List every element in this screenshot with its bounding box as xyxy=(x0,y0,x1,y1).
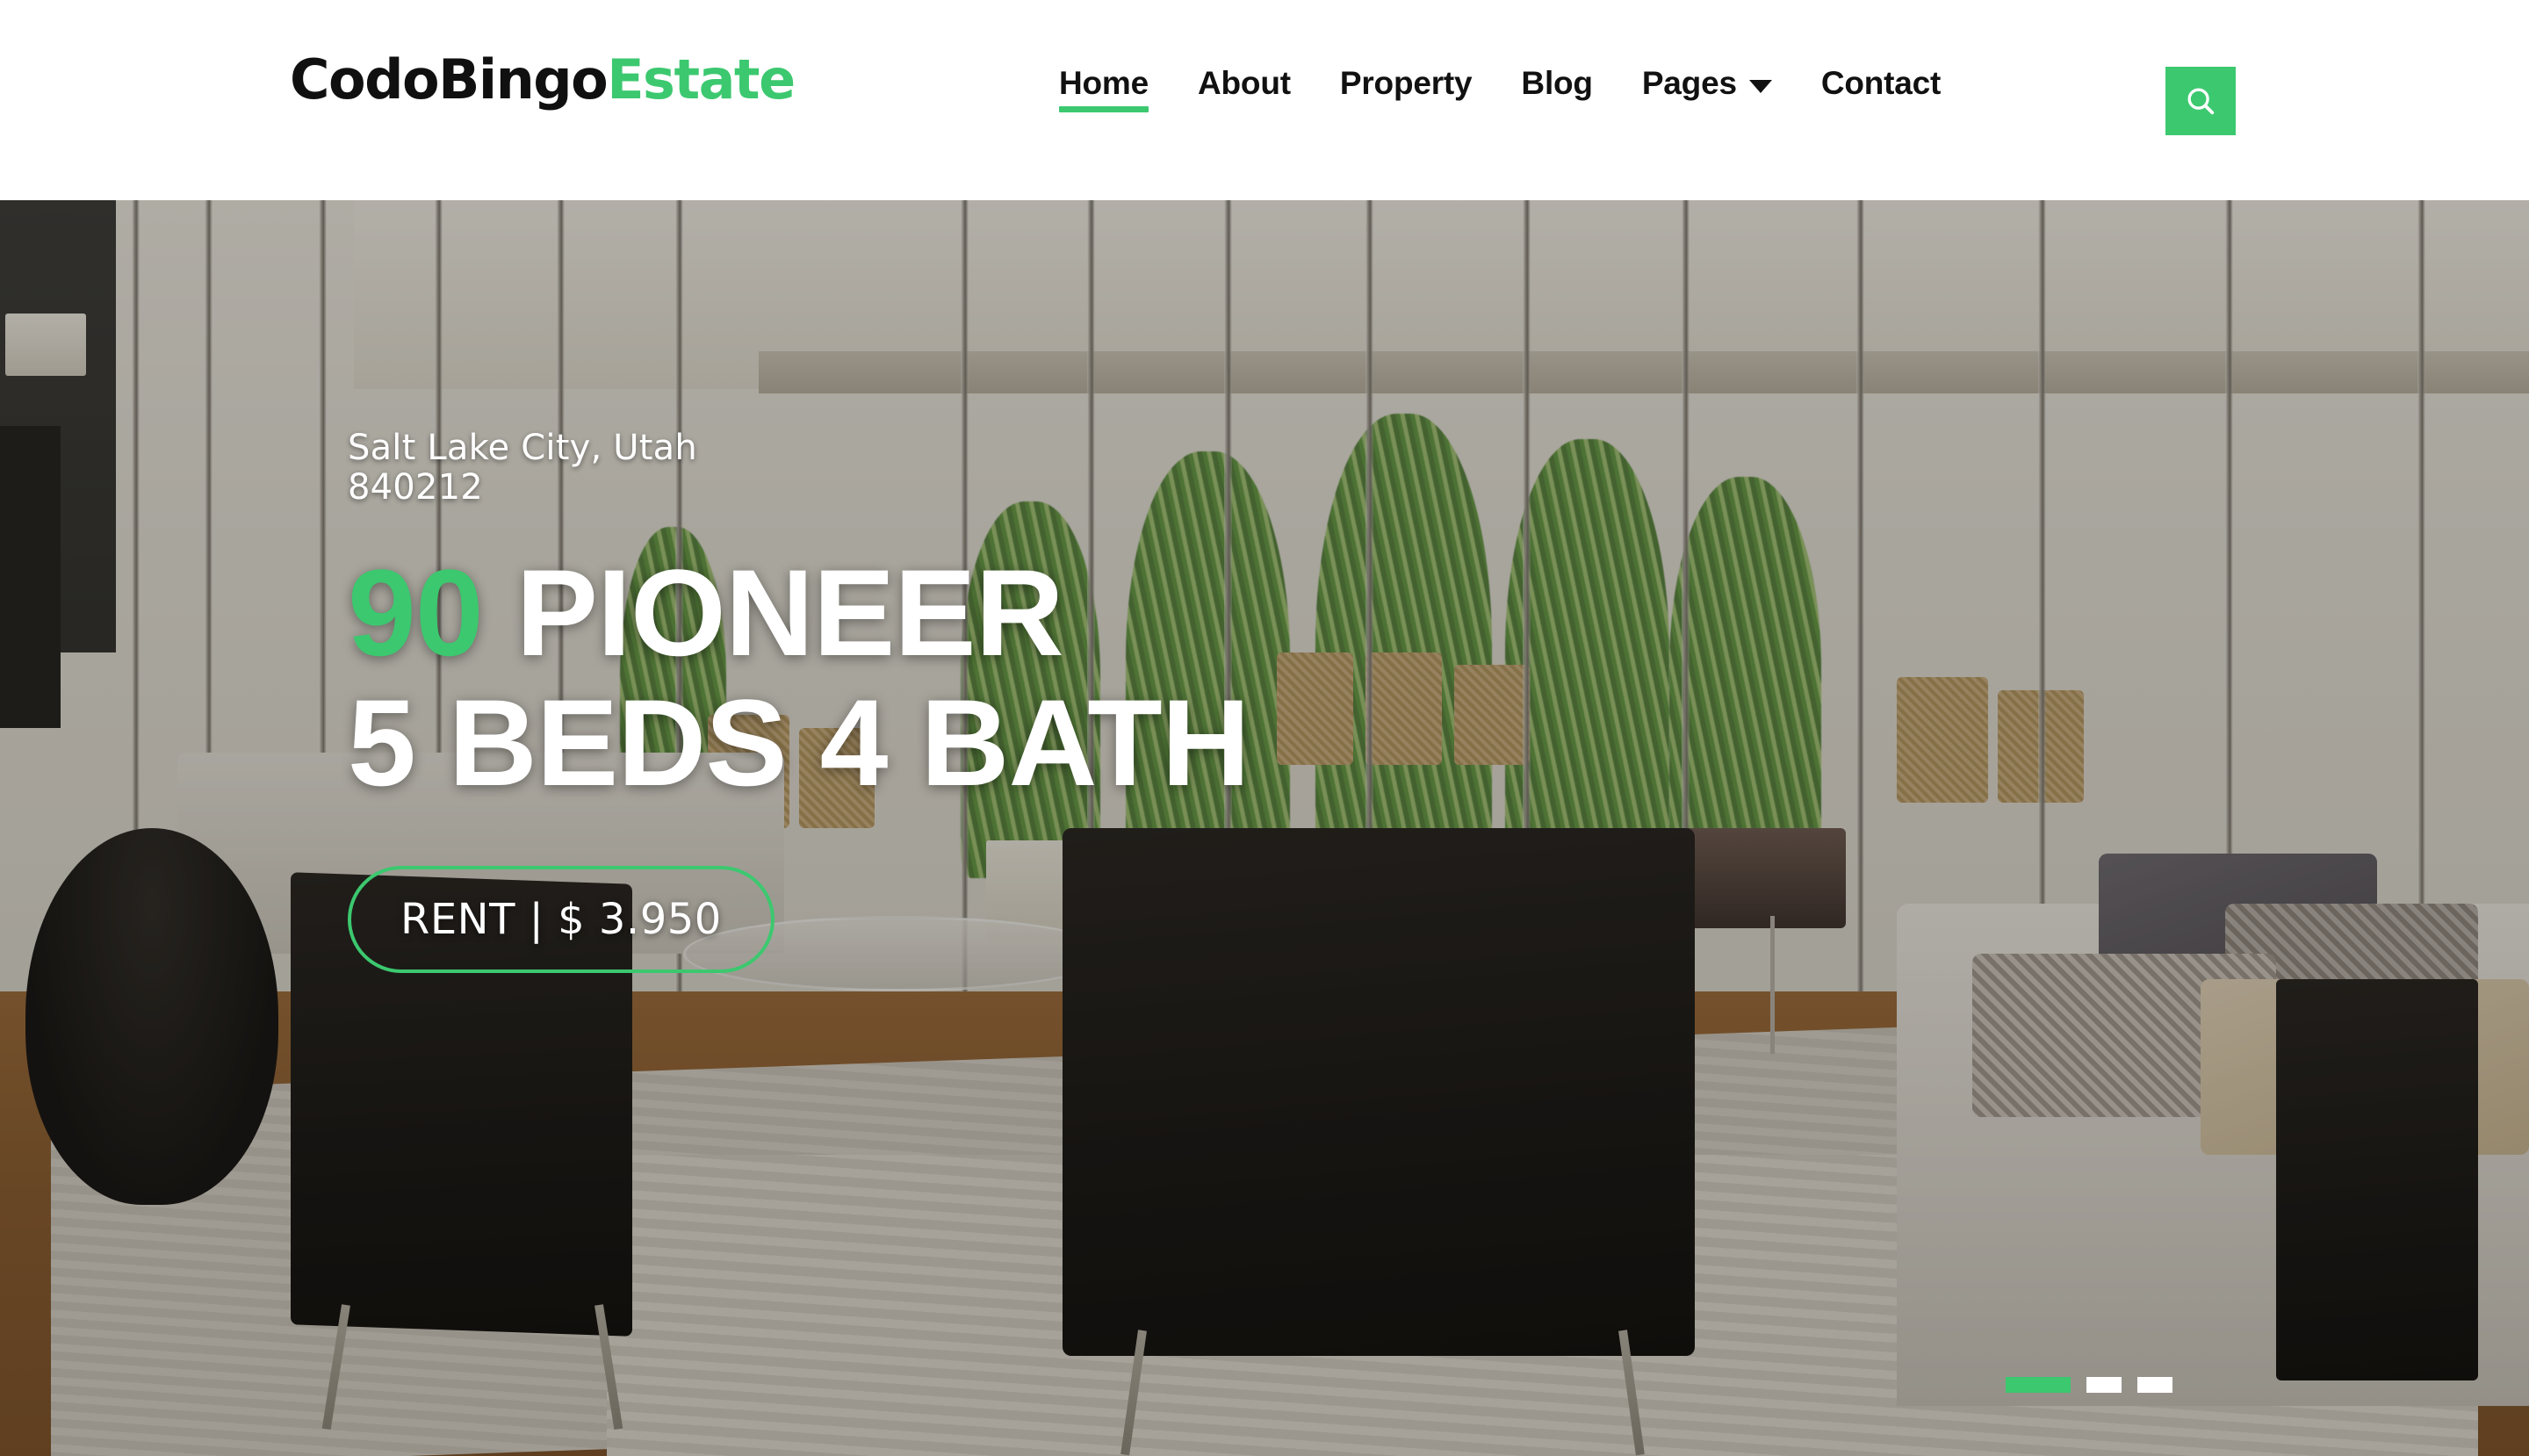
nav-item-contact-label: Contact xyxy=(1820,65,1942,101)
hero-location-zip: 840212 xyxy=(348,466,483,508)
nav-item-home-label: Home xyxy=(1059,65,1149,101)
hero-content: Salt Lake City, Utah 840212 90 PIONEER 5… xyxy=(348,429,1250,974)
carousel-indicator-3[interactable] xyxy=(2137,1377,2172,1393)
brand-logo[interactable]: CodoBingoEstate xyxy=(290,53,796,107)
nav-item-blog-label: Blog xyxy=(1521,65,1593,101)
hero-title-street: PIONEER xyxy=(482,543,1064,681)
carousel-indicator-1[interactable] xyxy=(2006,1377,2071,1393)
nav-item-pages[interactable]: Pages xyxy=(1618,65,1797,118)
nav-item-home[interactable]: Home xyxy=(1034,65,1173,118)
nav-active-underline xyxy=(1059,106,1149,112)
carousel-indicators xyxy=(2006,1377,2172,1393)
hero-title-number: 90 xyxy=(348,543,484,681)
hero-title-line-2: 5 BEDS 4 BATH xyxy=(348,673,1250,811)
nav-item-property-label: Property xyxy=(1339,65,1473,101)
hero-title-line-1: 90 PIONEER xyxy=(348,547,1250,678)
nav-item-pages-label: Pages xyxy=(1641,65,1737,101)
hero-location: Salt Lake City, Utah 840212 xyxy=(348,429,1250,508)
nav-item-contact[interactable]: Contact xyxy=(1797,65,1965,118)
hero-title: 90 PIONEER 5 BEDS 4 BATH xyxy=(348,547,1250,811)
nav-item-property[interactable]: Property xyxy=(1315,65,1497,118)
brand-logo-accent: Estate xyxy=(607,47,796,112)
rent-price-button[interactable]: RENT | $ 3.950 xyxy=(348,866,775,974)
nav-item-blog[interactable]: Blog xyxy=(1496,65,1617,118)
nav-item-about-label: About xyxy=(1198,65,1291,101)
hero-location-city: Salt Lake City, Utah xyxy=(348,428,697,468)
brand-logo-primary: CodoBingo xyxy=(290,47,609,112)
hero-carousel: Salt Lake City, Utah 840212 90 PIONEER 5… xyxy=(0,200,2529,1456)
chevron-down-icon xyxy=(1748,79,1772,93)
search-button[interactable] xyxy=(2165,67,2236,135)
main-navigation: Home About Property Blog Pages Contact xyxy=(1034,65,1965,118)
nav-item-about[interactable]: About xyxy=(1173,65,1315,118)
carousel-indicator-2[interactable] xyxy=(2086,1377,2122,1393)
search-icon xyxy=(2187,88,2215,115)
site-header: CodoBingoEstate Home About Property Blog… xyxy=(0,0,2529,200)
